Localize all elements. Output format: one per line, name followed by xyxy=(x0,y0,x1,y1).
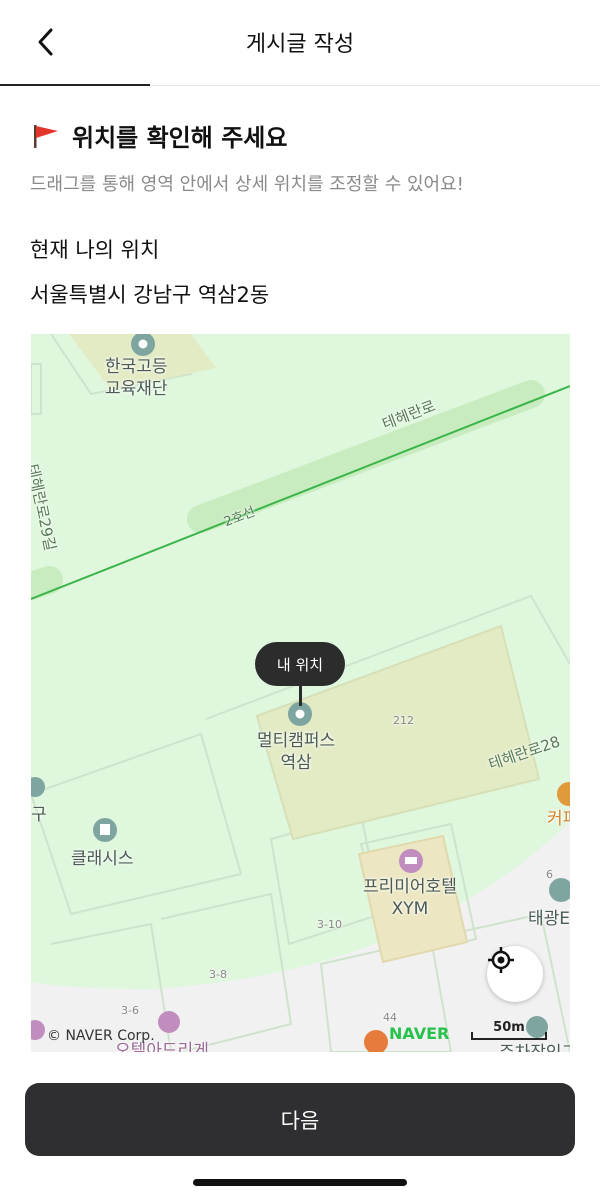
map-view[interactable]: 한국고등 교육재단 테헤란로 테헤란로29길 2호선 멀티캠퍼스 역삼 테헤란로… xyxy=(31,334,570,1052)
map-label-premier-hotel: 프리미어호텔 XYM xyxy=(363,877,457,919)
progress-bar xyxy=(0,84,150,86)
my-location-pin-stem xyxy=(299,684,302,706)
lot-number: 3-6 xyxy=(121,1004,139,1017)
section-title-text: 위치를 확인해 주세요 xyxy=(72,124,288,152)
map-scale-label: 50m xyxy=(493,1020,525,1035)
lot-number: 3-8 xyxy=(209,968,227,981)
my-location-bubble[interactable]: 내 위치 xyxy=(255,642,345,686)
map-label-foundation: 한국고등 교육재단 xyxy=(105,357,168,399)
section-description: 드래그를 통해 영역 안에서 상세 위치를 조정할 수 있어요! xyxy=(30,174,464,195)
page-title: 게시글 작성 xyxy=(245,32,355,57)
map-copyright: © NAVER Corp. xyxy=(47,1028,155,1044)
teheran-road-west xyxy=(31,566,63,600)
lot-number: 44 xyxy=(383,1011,397,1024)
naver-logo: NAVER xyxy=(389,1024,450,1043)
red-flag-icon xyxy=(34,124,58,148)
lot-number: 212 xyxy=(393,714,414,727)
current-location-address: 서울특별시 강남구 역삼2동 xyxy=(30,283,270,307)
lot-number: 6 xyxy=(546,868,553,881)
map-label-coffee: 커피 xyxy=(547,809,570,829)
map-label-multicampus: 멀티캠퍼스 역삼 xyxy=(257,731,336,773)
poi-marker-classis xyxy=(93,818,117,842)
crosshair-icon xyxy=(488,947,514,973)
poi-marker-hotel xyxy=(399,849,423,873)
map-label-gu: 구 xyxy=(31,805,47,825)
header: 게시글 작성 xyxy=(0,0,600,86)
current-location-label: 현재 나의 위치 xyxy=(30,238,160,262)
current-location-button[interactable] xyxy=(487,946,543,1002)
map-scale-bar: 50m xyxy=(469,1020,549,1042)
lot-number: 3-10 xyxy=(317,918,342,931)
next-button[interactable]: 다음 xyxy=(25,1083,575,1156)
home-indicator xyxy=(193,1179,407,1186)
scale-line xyxy=(471,1038,547,1040)
section-heading: 위치를 확인해 주세요 xyxy=(30,118,287,153)
map-label-taegwang: 태광E xyxy=(528,909,570,929)
scale-tick xyxy=(471,1032,473,1040)
map-label-classis: 클래시스 xyxy=(71,849,134,869)
poi-marker-hotel-bottom xyxy=(158,1011,180,1033)
scale-tick xyxy=(545,1032,547,1040)
